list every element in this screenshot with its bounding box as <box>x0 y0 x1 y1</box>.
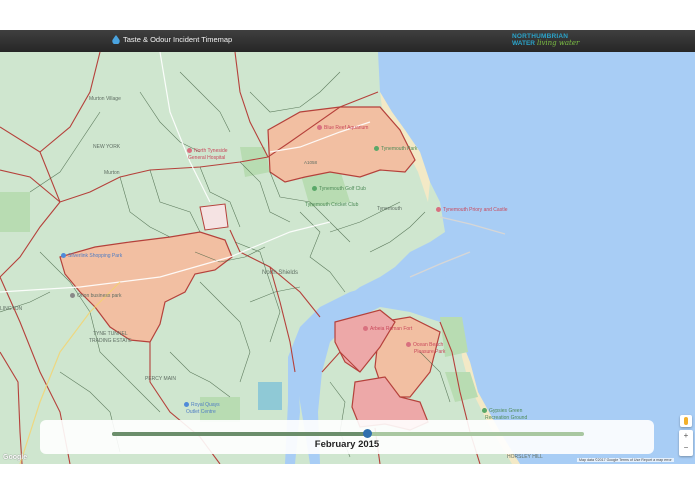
poi-orion-label: Orion business park <box>77 293 122 299</box>
place-label-murton: Murton <box>104 170 120 176</box>
northumbrian-water-logo: NORTHUMBRIAN WATER living water <box>512 33 592 49</box>
poi-priory-castle[interactable]: Tynemouth Priory and Castle <box>436 207 507 213</box>
logo-line-2: WATER <box>512 40 535 47</box>
poi-orion[interactable]: Orion business park <box>70 293 121 299</box>
timeline-slider[interactable] <box>112 429 584 438</box>
business-park-icon <box>70 293 75 299</box>
poi-tynemouth-park[interactable]: Tynemouth Park <box>374 146 417 152</box>
poi-gypsies-green-label-1: Gypsies Green <box>489 408 523 414</box>
place-label-tynemouth: Tynemouth <box>377 206 402 212</box>
zoom-control: + − <box>679 430 693 456</box>
amusement-park-icon <box>406 342 411 348</box>
app-header: Taste & Odour Incident Timemap NORTHUMBR… <box>0 30 695 52</box>
aquarium-icon <box>317 125 322 131</box>
zoom-in-button[interactable]: + <box>679 430 693 442</box>
place-label-murton-village: Murton Village <box>89 96 121 102</box>
poi-priory-castle-label: Tynemouth Priory and Castle <box>443 207 508 213</box>
road-label-a1058: A1058 <box>304 160 318 165</box>
timeline-panel: February 2015 <box>40 420 654 454</box>
poi-arbeia-label: Arbeia Roman Fort <box>370 326 413 332</box>
poi-blue-reef-label: Blue Reef Aquarium <box>324 125 369 131</box>
hospital-icon <box>187 148 192 154</box>
timeline-slider-handle[interactable] <box>362 429 372 438</box>
poi-hospital[interactable]: North Tyneside <box>187 148 228 154</box>
golf-icon <box>312 186 317 192</box>
fort-icon <box>363 326 368 332</box>
place-label-trading-estate: TRADING ESTATE <box>89 338 132 344</box>
map-attribution[interactable]: Map data ©2017 Google Terms of Use Repor… <box>577 458 674 462</box>
street-view-pegman-icon[interactable] <box>680 415 692 427</box>
map-canvas[interactable]: Murton Village NEW YORK Murton North Tyn… <box>0 52 695 464</box>
poi-ocean-beach-label-2: Pleasure Park <box>414 349 446 355</box>
shopping-icon <box>184 402 189 408</box>
app-title-text: Taste & Odour Incident Timemap <box>123 35 233 44</box>
place-label-percy-main: PERCY MAIN <box>145 376 177 382</box>
place-label-tyne-tunnel: TYNE TUNNEL <box>93 331 128 337</box>
poi-silverlink[interactable]: Silverlink Shopping Park <box>61 253 122 259</box>
place-label-north-shields: North Shields <box>262 270 299 276</box>
poi-tynemouth-park-label: Tynemouth Park <box>381 146 418 152</box>
poi-ocean-beach[interactable]: Ocean Beach <box>406 342 443 348</box>
poi-silverlink-label: Silverlink Shopping Park <box>68 253 123 259</box>
poi-gypsies-green[interactable]: Gypsies Green <box>482 408 522 414</box>
poi-tynemouth-golf[interactable]: Tynemouth Golf Club <box>312 186 366 192</box>
google-logo: Google <box>3 454 28 461</box>
place-label-horsley-hill: HORSLEY HILL <box>507 454 543 460</box>
castle-icon <box>436 207 441 213</box>
poi-arbeia[interactable]: Arbeia Roman Fort <box>363 326 412 332</box>
park-icon <box>374 146 379 152</box>
timeline-date-label: February 2015 <box>314 439 380 450</box>
poi-blue-reef[interactable]: Blue Reef Aquarium <box>317 125 368 131</box>
poi-tynemouth-golf-label: Tynemouth Golf Club <box>319 186 366 192</box>
place-label-new-york: NEW YORK <box>93 144 121 150</box>
app-title: Taste & Odour Incident Timemap <box>112 35 232 44</box>
poi-tynemouth-cricket: Tynemouth Cricket Club <box>305 202 359 208</box>
poi-royal-quays-label-2: Outlet Centre <box>186 409 216 415</box>
poi-royal-quays[interactable]: Royal Quays <box>184 402 220 408</box>
poi-hospital-label-2: General Hospital <box>188 155 226 161</box>
park-icon <box>482 408 487 414</box>
poi-royal-quays-label-1: Royal Quays <box>191 402 220 408</box>
shopping-icon <box>61 253 66 259</box>
place-label-lington: LINGTON <box>0 306 23 312</box>
logo-line-3: living water <box>537 39 580 47</box>
timeline-slider-fill <box>112 432 367 436</box>
zoom-out-button[interactable]: − <box>679 442 693 454</box>
poi-hospital-label-1: North Tyneside <box>194 148 228 154</box>
water-drop-icon <box>112 35 120 44</box>
poi-ocean-beach-label-1: Ocean Beach <box>413 342 444 348</box>
